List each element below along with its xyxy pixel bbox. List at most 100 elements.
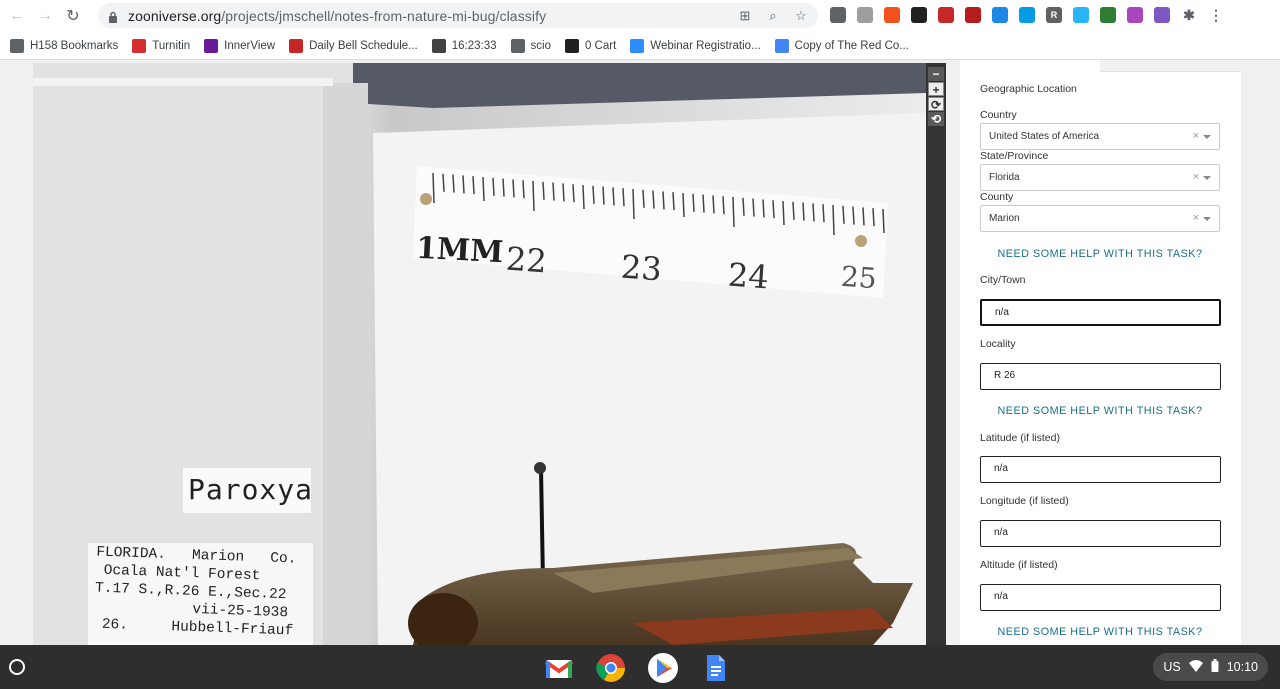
ruler-tick: [522, 180, 525, 199]
bookmark-star-icon[interactable]: ☆: [792, 7, 810, 25]
bell-icon: [289, 38, 304, 53]
reload-icon[interactable]: ↻: [62, 5, 84, 27]
bookmark-item[interactable]: 0 Cart: [564, 38, 616, 53]
chevron-down-icon[interactable]: [1203, 176, 1211, 180]
locality-label: Locality: [980, 338, 1016, 350]
extensions-row: R ✱ ⋮: [830, 7, 1224, 23]
extension-icon[interactable]: [857, 7, 873, 23]
play-store-icon[interactable]: [647, 652, 679, 684]
bookmark-item[interactable]: Daily Bell Schedule...: [289, 38, 418, 53]
locality-field[interactable]: R 26: [980, 363, 1221, 390]
zoom-out-button[interactable]: −: [928, 67, 944, 81]
help-link[interactable]: NEED SOME HELP WITH THIS TASK?: [980, 248, 1220, 260]
extension-icon[interactable]: [911, 7, 927, 23]
zoom-controls: − + ⟳ ⟲: [928, 67, 946, 126]
extension-icon[interactable]: [1073, 7, 1089, 23]
extension-icon[interactable]: [1154, 7, 1170, 23]
ruler-tick: [832, 204, 835, 236]
specimen-image-viewer[interactable]: 1MM 22 23 24 25 Paroxya FLORIDA. Marion …: [33, 63, 926, 645]
bookmark-item[interactable]: 16:23:33: [431, 38, 497, 53]
bookmark-label: Webinar Registratio...: [650, 39, 761, 52]
collection-label: FLORIDA. Marion Co. Ocala Nat'l Forest T…: [93, 544, 297, 641]
ruler-tick: [462, 175, 465, 194]
chevron-down-icon[interactable]: [1203, 135, 1211, 139]
back-arrow-icon[interactable]: ←: [6, 5, 28, 27]
extension-icon[interactable]: [1019, 7, 1035, 23]
locale-indicator: US: [1163, 660, 1181, 674]
extension-icon[interactable]: [1100, 7, 1116, 23]
ruler-tick: [562, 183, 565, 202]
translate-icon[interactable]: ⊞: [736, 7, 754, 25]
latitude-label: Latitude (if listed): [980, 432, 1060, 444]
bookmarks-bar: H158 Bookmarks Turnitin InnerView Daily Bel…: [0, 32, 1280, 60]
bookmark-label: H158 Bookmarks: [30, 39, 119, 52]
ruler-tick: [552, 182, 555, 201]
chrome-icon[interactable]: [595, 652, 627, 684]
page-content: 1MM 22 23 24 25 Paroxya FLORIDA. Marion …: [0, 60, 1280, 645]
help-link[interactable]: NEED SOME HELP WITH THIS TASK?: [980, 405, 1220, 417]
clock-text: 10:10: [1226, 660, 1258, 674]
clear-icon[interactable]: ×: [1193, 165, 1199, 190]
bookmark-label: scio: [530, 39, 551, 52]
amazon-icon: [564, 38, 579, 53]
bookmark-item[interactable]: Copy of The Red Co...: [774, 38, 909, 53]
ruler-tick: [682, 192, 685, 218]
zoom-in-button[interactable]: +: [928, 82, 944, 97]
extension-icon[interactable]: [884, 7, 900, 23]
ruler-tick: [712, 195, 715, 214]
clear-icon[interactable]: ×: [1193, 206, 1199, 231]
wifi-icon: [1188, 659, 1203, 675]
launcher-icon[interactable]: [9, 659, 25, 675]
country-label: Country: [980, 109, 1017, 121]
altitude-field[interactable]: n/a: [980, 584, 1221, 611]
longitude-label: Longitude (if listed): [980, 495, 1069, 507]
status-tray[interactable]: US 10:10: [1153, 653, 1268, 681]
ruler-tick: [842, 205, 845, 224]
reset-view-button[interactable]: ⟲: [928, 112, 944, 126]
latitude-field[interactable]: n/a: [980, 456, 1221, 483]
extension-icon[interactable]: [938, 7, 954, 23]
county-select[interactable]: Marion ×: [980, 205, 1220, 232]
ruler-label-23: 23: [619, 247, 663, 289]
lock-icon: [108, 10, 118, 23]
forward-arrow-icon[interactable]: →: [34, 5, 56, 27]
bookmark-item[interactable]: Turnitin: [132, 38, 190, 53]
ruler-tick: [722, 196, 725, 215]
country-select[interactable]: United States of America ×: [980, 123, 1220, 150]
ruler-tick: [802, 202, 805, 221]
viewer-control-strip: [926, 63, 946, 645]
state-select[interactable]: Florida ×: [980, 164, 1220, 191]
ruler-tick: [672, 192, 675, 211]
city-field[interactable]: n/a: [980, 299, 1221, 326]
puzzle-icon[interactable]: ✱: [1181, 7, 1197, 23]
browser-toolbar: ← → ↻ zooniverse.org/projects/jmschell/n…: [0, 0, 1280, 32]
gmail-icon[interactable]: [543, 652, 575, 684]
extension-icon[interactable]: [1127, 7, 1143, 23]
zoom-lens-icon[interactable]: ⌕: [764, 7, 782, 25]
classification-form: Geographic Location Country United State…: [960, 60, 1241, 645]
help-link[interactable]: NEED SOME HELP WITH THIS TASK?: [980, 626, 1220, 638]
menu-dots-icon[interactable]: ⋮: [1208, 7, 1224, 23]
rotate-button[interactable]: ⟳: [928, 97, 944, 112]
ruler-tick: [822, 204, 825, 223]
extension-icon[interactable]: [830, 7, 846, 23]
extension-icon[interactable]: [965, 7, 981, 23]
docs-icon[interactable]: [699, 652, 731, 684]
bookmark-item[interactable]: Webinar Registratio...: [630, 38, 761, 53]
ruler-tick: [492, 177, 495, 196]
extension-icon[interactable]: R: [1046, 7, 1062, 23]
bookmark-item[interactable]: H158 Bookmarks: [10, 38, 119, 53]
ruler-tick: [702, 194, 705, 213]
chevron-down-icon[interactable]: [1203, 217, 1211, 221]
clear-icon[interactable]: ×: [1193, 124, 1199, 149]
bookmark-item[interactable]: scio: [510, 38, 551, 53]
extension-icon[interactable]: [992, 7, 1008, 23]
address-bar[interactable]: zooniverse.org/projects/jmschell/notes-f…: [98, 3, 818, 28]
ruler-tick: [812, 203, 815, 222]
url-text: zooniverse.org/projects/jmschell/notes-f…: [128, 8, 546, 24]
bookmark-item[interactable]: InnerView: [204, 38, 275, 53]
ruler-tick: [502, 178, 505, 197]
longitude-field[interactable]: n/a: [980, 520, 1221, 547]
ruler-tick: [652, 190, 655, 209]
url-path: /projects/jmschell/notes-from-nature-mi-…: [221, 7, 547, 24]
